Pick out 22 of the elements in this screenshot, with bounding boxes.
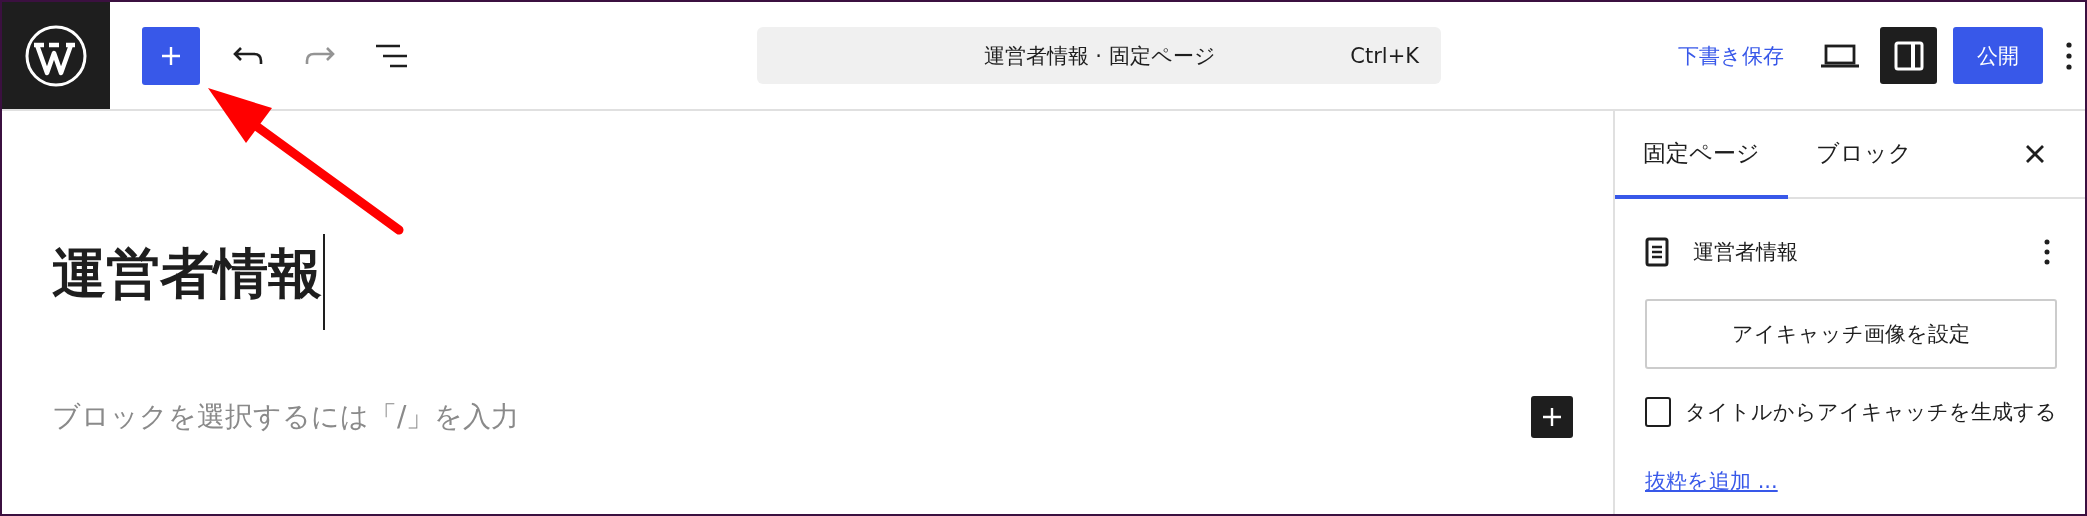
laptop-icon xyxy=(1820,42,1860,69)
settings-toggle-button[interactable] xyxy=(1880,27,1937,84)
set-featured-image-button[interactable]: アイキャッチ画像を設定 xyxy=(1645,299,2057,369)
command-bar[interactable]: 運営者情報 · 固定ページ Ctrl+K xyxy=(757,27,1441,84)
post-title[interactable]: 運営者情報 xyxy=(52,234,322,314)
sidebar-tab[interactable]: ブロック xyxy=(1788,111,1940,199)
more-icon xyxy=(2066,41,2072,70)
add-excerpt-link[interactable]: 抜粋を追加 ... xyxy=(1645,467,1778,495)
wordpress-logo[interactable] xyxy=(2,2,110,109)
publish-button[interactable]: 公開 xyxy=(1953,27,2043,84)
plus-icon xyxy=(1541,406,1563,428)
more-icon xyxy=(2044,239,2050,265)
list-icon xyxy=(375,42,409,69)
sidebar-icon xyxy=(1893,40,1924,71)
close-icon xyxy=(2025,144,2045,164)
page-title: 運営者情報 xyxy=(1693,239,1798,266)
page-icon xyxy=(1645,237,1669,267)
sidebar-tab[interactable]: 固定ページ xyxy=(1615,111,1788,199)
checkbox[interactable] xyxy=(1645,397,1671,427)
save-draft-button[interactable]: 下書き保存 xyxy=(1662,27,1800,84)
add-block-button[interactable] xyxy=(1531,396,1573,438)
checkbox-label[interactable]: タイトルからアイキャッチを生成する xyxy=(1685,398,2057,426)
